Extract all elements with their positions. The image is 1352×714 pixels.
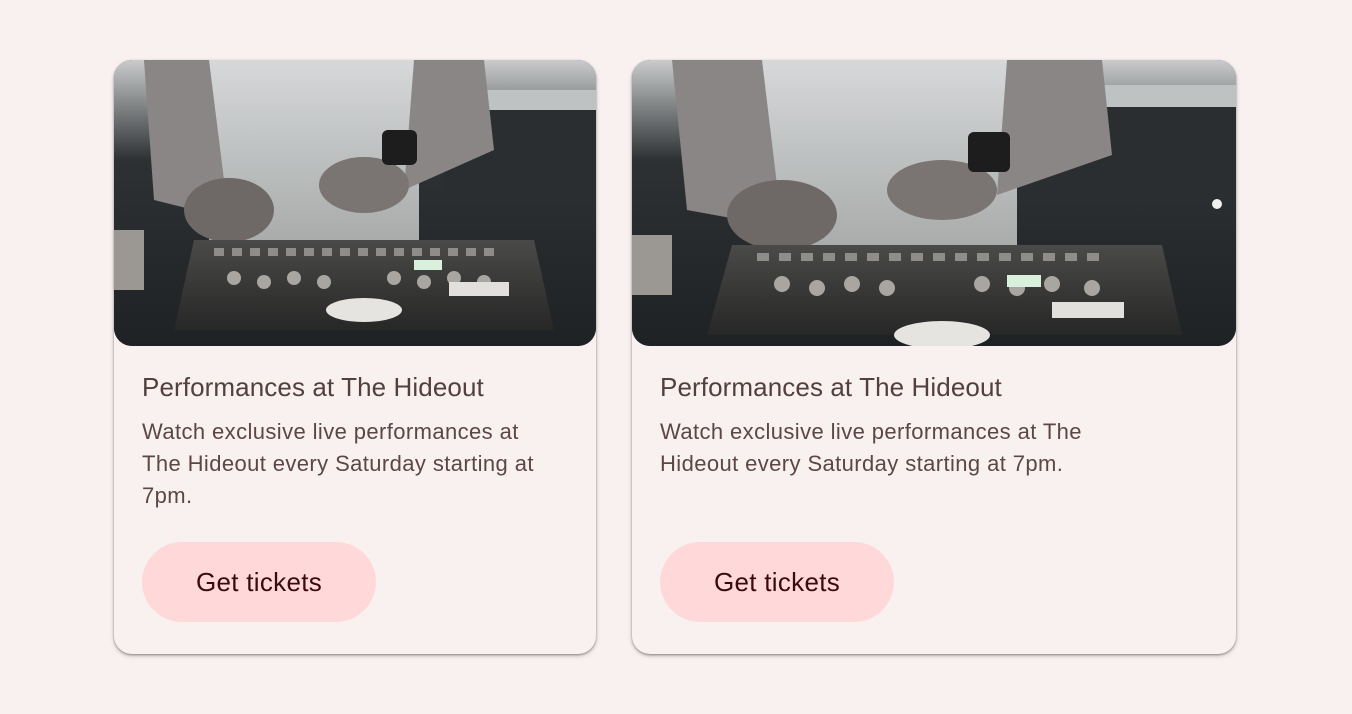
- card-description: Watch exclusive live performances at The…: [660, 419, 1082, 476]
- event-card: Performances at The Hideout Watch exclus…: [114, 60, 596, 654]
- dj-mixer-photo: [632, 60, 1236, 346]
- photo-illustration: [632, 60, 1236, 346]
- card-body: Performances at The Hideout Watch exclus…: [632, 346, 1236, 622]
- event-card: Performances at The Hideout Watch exclus…: [632, 60, 1236, 654]
- card-title: Performances at The Hideout: [660, 372, 1002, 402]
- get-tickets-button[interactable]: Get tickets: [142, 542, 376, 622]
- page: Performances at The Hideout Watch exclus…: [0, 0, 1352, 714]
- card-title: Performances at The Hideout: [142, 372, 484, 402]
- get-tickets-button[interactable]: Get tickets: [660, 542, 894, 622]
- card-description: Watch exclusive live performances at The…: [142, 419, 534, 508]
- dj-mixer-photo: [114, 60, 596, 346]
- card-body: Performances at The Hideout Watch exclus…: [114, 346, 596, 622]
- photo-illustration: [114, 60, 596, 346]
